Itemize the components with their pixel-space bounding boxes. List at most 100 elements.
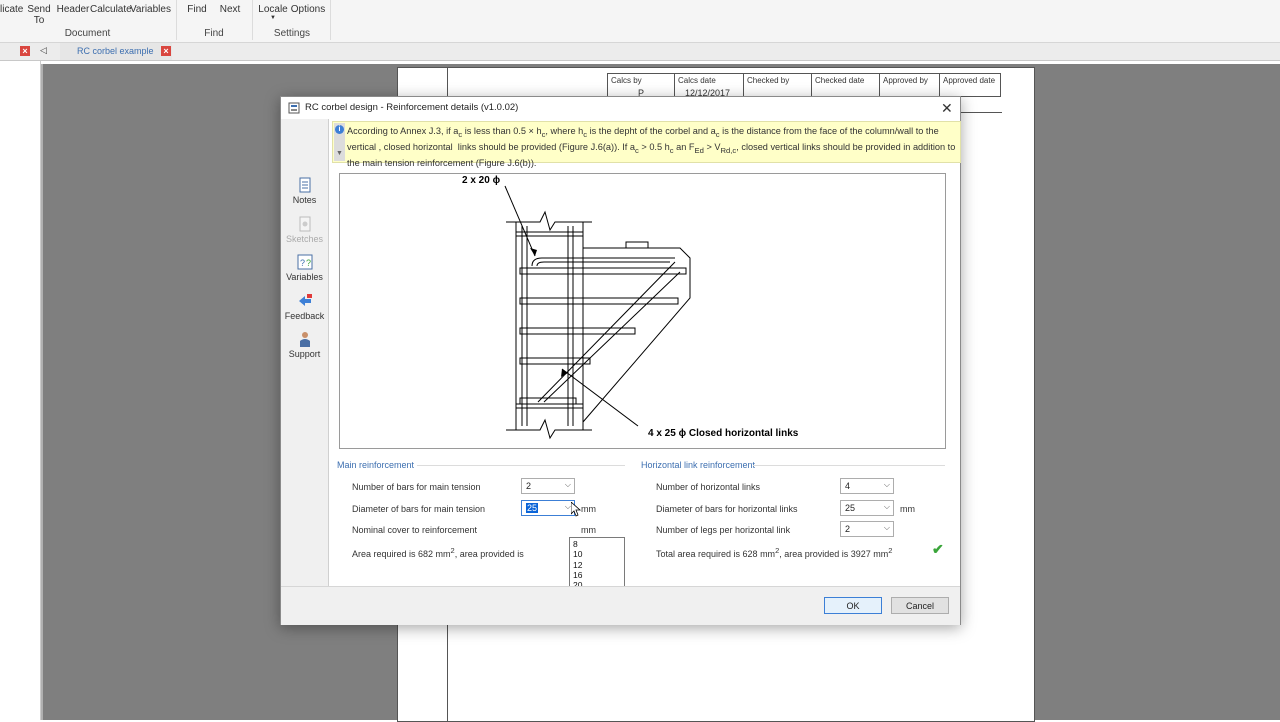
unit-label: mm	[900, 504, 915, 514]
cancel-button[interactable]: Cancel	[891, 597, 949, 614]
links-heading: Horizontal link reinforcement	[641, 460, 756, 470]
top-bar-label: 2 x 20 ϕ	[462, 175, 501, 186]
break-line-bottom	[506, 418, 592, 440]
feedback-icon	[298, 294, 312, 306]
sidebar-item-label: Feedback	[284, 311, 325, 321]
checked-by-label: Checked by	[747, 76, 790, 85]
group-find: Find	[204, 28, 224, 39]
link-diameter-value: 25	[845, 503, 856, 513]
dropdown-option[interactable]: 12	[571, 560, 623, 570]
chevron-down-icon[interactable]: ⌵	[565, 480, 571, 490]
sidebar-item-label: Sketches	[285, 234, 324, 244]
find-button[interactable]: Find	[184, 4, 210, 15]
unit-label: mm	[581, 525, 596, 535]
approved-date-label: Approved date	[943, 76, 996, 85]
num-links-select[interactable]: 4 ⌵	[840, 478, 894, 494]
ribbon-separator	[330, 0, 331, 40]
send-to-button[interactable]: Send To	[26, 4, 52, 26]
links-label: 4 x 25 ϕ Closed horizontal links	[648, 428, 799, 439]
group-document: Document	[64, 28, 111, 39]
break-line-top	[506, 210, 592, 232]
section-divider	[753, 465, 945, 466]
close-tab-icon[interactable]: ×	[161, 46, 171, 56]
pass-check-icon: ✔	[932, 541, 944, 557]
num-bars-label: Number of bars for main tension	[352, 482, 481, 492]
next-button[interactable]: Next	[218, 4, 242, 15]
calcs-date-cell: Calcs date 12/12/2017	[674, 73, 744, 98]
options-button[interactable]: Options	[290, 4, 326, 15]
diameter-select[interactable]: 25 ⌵	[521, 500, 575, 516]
chevron-down-icon[interactable]: ⌵	[884, 523, 890, 533]
header-button[interactable]: Header	[56, 4, 90, 15]
dropdown-option[interactable]: 16	[571, 570, 623, 580]
sidebar-item-sketches[interactable]: Sketches	[281, 216, 328, 244]
cover-label: Nominal cover to reinforcement	[352, 525, 478, 535]
info-gutter: i ▼	[334, 123, 345, 161]
dialog-footer: OK Cancel	[281, 586, 960, 625]
info-box: i ▼ According to Annex J.3, if ac is les…	[332, 121, 961, 168]
checked-date-label: Checked date	[815, 76, 865, 85]
approved-by-label: Approved by	[883, 76, 928, 85]
legs-value: 2	[845, 524, 851, 534]
calculate-button[interactable]: Calculate	[90, 4, 132, 15]
approved-by-cell: Approved by	[879, 73, 940, 97]
app-icon	[288, 102, 300, 114]
leader-arrow-bottom	[561, 369, 568, 377]
dialog-title-bar[interactable]: RC corbel design - Reinforcement details…	[281, 97, 960, 119]
tab-label: RC corbel example	[77, 46, 154, 56]
close-icon[interactable]: ×	[20, 46, 30, 56]
group-settings: Settings	[273, 28, 311, 39]
bearing-plate	[625, 241, 649, 249]
mouse-cursor-icon	[571, 502, 581, 517]
num-bars-select[interactable]: 2 ⌵	[521, 478, 575, 494]
num-links-label: Number of horizontal links	[656, 482, 761, 492]
locale-dropdown-icon[interactable]: ▼	[270, 15, 276, 21]
diameter-label: Diameter of bars for main tension	[352, 504, 486, 514]
sidebar-item-label: Notes	[292, 195, 317, 205]
locale-button[interactable]: Locale	[258, 4, 288, 15]
variables-button[interactable]: Variables	[130, 4, 171, 15]
dialog-content: i ▼ According to Annex J.3, if ac is les…	[329, 119, 961, 611]
duplicate-button[interactable]: licate	[0, 4, 23, 15]
sidebar-item-label: Variables	[286, 272, 323, 282]
scroll-left-icon[interactable]: ◁	[40, 45, 47, 56]
ok-button[interactable]: OK	[824, 597, 882, 614]
calcs-by-label: Calcs by	[611, 76, 642, 85]
sidebar-item-feedback[interactable]: Feedback	[281, 293, 328, 321]
calcs-date-label: Calcs date	[678, 76, 716, 85]
ribbon: licate Send To Header Calculate Variable…	[0, 0, 1280, 43]
main-tension-bar	[536, 261, 670, 267]
dropdown-option[interactable]: 8	[571, 539, 623, 549]
svg-text:?: ?	[300, 258, 305, 268]
chevron-down-icon[interactable]: ⌵	[884, 502, 890, 512]
leader-line-top	[504, 185, 536, 257]
sidebar-item-support[interactable]: Support	[281, 331, 328, 359]
checked-by-cell: Checked by	[743, 73, 812, 97]
link-diameter-select[interactable]: 25 ⌵	[840, 500, 894, 516]
link-diameter-label: Diameter of bars for horizontal links	[656, 504, 798, 514]
sidebar-item-notes[interactable]: Notes	[281, 177, 328, 205]
section-divider	[417, 465, 625, 466]
dialog-title: RC corbel design - Reinforcement details…	[305, 102, 519, 113]
approved-date-cell: Approved date	[939, 73, 1001, 97]
num-bars-value: 2	[526, 481, 532, 491]
sketches-icon	[299, 216, 310, 232]
dialog-sidebar: Notes Sketches ?? Variables Feedback Sup…	[281, 119, 329, 586]
num-links-value: 4	[845, 481, 851, 491]
horizontal-link	[519, 297, 679, 305]
main-area-text: Area required is 682 mm2, area provided …	[352, 546, 524, 559]
expand-icon[interactable]: ▼	[336, 150, 343, 157]
corbel-diagram: 2 x 20 ϕ 4 x 25 ϕ Closed horizontal link…	[339, 173, 946, 449]
sidebar-item-variables[interactable]: ?? Variables	[281, 254, 328, 282]
unit-label: mm	[581, 504, 596, 514]
variables-icon: ??	[297, 254, 312, 270]
tab-rc-corbel-example[interactable]: RC corbel example ×	[60, 43, 172, 60]
ribbon-separator	[176, 0, 177, 40]
support-person-icon	[299, 332, 310, 347]
ribbon-separator	[252, 0, 253, 40]
legs-select[interactable]: 2 ⌵	[840, 521, 894, 537]
close-icon[interactable]: ✕	[941, 100, 953, 117]
dropdown-option[interactable]: 10	[571, 549, 623, 559]
chevron-down-icon[interactable]: ⌵	[884, 480, 890, 490]
leader-arrow-top	[530, 248, 537, 256]
